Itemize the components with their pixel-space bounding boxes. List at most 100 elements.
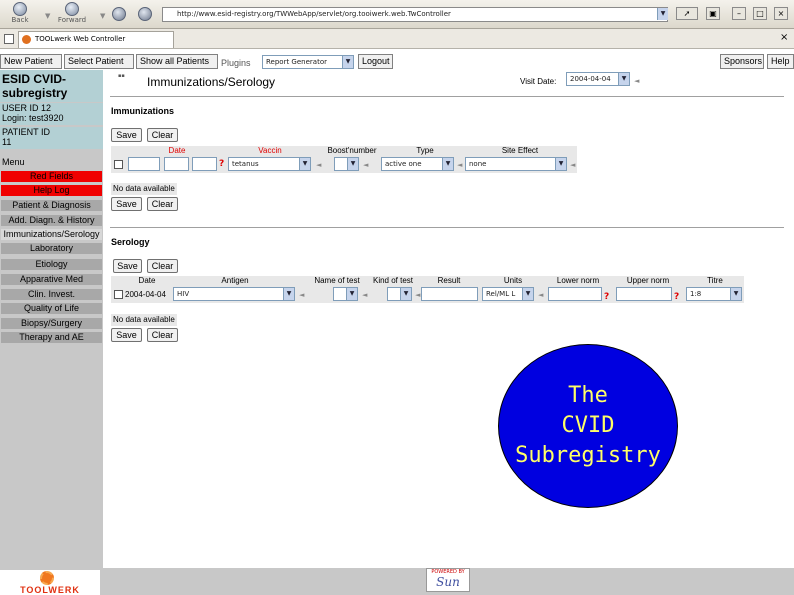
logo-text: The CVID Subregistry	[515, 383, 661, 468]
sun-wordmark: Sun	[436, 575, 460, 589]
patient-id-value: 11	[2, 137, 12, 147]
date-month-input[interactable]	[164, 157, 189, 171]
name-of-test-select[interactable]: ▼	[333, 287, 358, 301]
divider	[110, 96, 784, 97]
result-input[interactable]	[421, 287, 478, 301]
col-result: Result	[437, 276, 461, 285]
type-select[interactable]: active one ▼	[381, 157, 454, 171]
close-tab-icon[interactable]: ×	[780, 32, 788, 43]
sidebar-item-etiology[interactable]: Etiology	[1, 259, 102, 270]
vaccin-info-icon: ◄	[316, 161, 322, 169]
units-select[interactable]: Rel/ML L ▼	[482, 287, 534, 301]
toolwerk-logo: TOOLWERK	[0, 570, 100, 595]
sponsors-button[interactable]: Sponsors	[720, 54, 764, 69]
chevron-down-icon: ▼	[442, 158, 453, 170]
date-year-input[interactable]	[192, 157, 217, 171]
plugins-select[interactable]: Report Generator ▼	[262, 55, 354, 69]
upper-norm-input[interactable]	[616, 287, 672, 301]
serology-save-button[interactable]: Save	[113, 259, 142, 273]
sidebar-item-laboratory[interactable]: Laboratory	[1, 243, 102, 254]
browser-toolbar: Back ▼ Forward ▼ http://www.esid-registr…	[0, 0, 794, 29]
sidebar-item-immunizations-serology[interactable]: Immunizations/Serology	[1, 229, 102, 240]
immunizations-clear-button[interactable]: Clear	[147, 128, 178, 142]
upper-norm-help-icon[interactable]: ?	[674, 292, 679, 302]
col-boost-number: Boost'number	[327, 146, 377, 155]
sidebar-item-clin-invest[interactable]: Clin. Invest.	[1, 289, 102, 300]
col-titre: Titre	[707, 276, 723, 285]
sidebar-item-patient-diagnosis[interactable]: Patient & Diagnosis	[1, 200, 102, 211]
help-button[interactable]: Help	[767, 54, 794, 69]
tab-bar: TOOLwerk Web Controller ×	[0, 29, 794, 49]
tab-list-icon[interactable]	[4, 34, 14, 44]
row-checkbox[interactable]	[114, 160, 123, 169]
url-dropdown[interactable]: ▼	[655, 8, 668, 22]
immunizations-save-button-2[interactable]: Save	[111, 197, 142, 211]
date-help-icon[interactable]: ?	[219, 159, 224, 169]
chevron-down-icon: ▼	[347, 158, 358, 170]
antigen-select[interactable]: HIV ▼	[173, 287, 295, 301]
lower-norm-input[interactable]	[548, 287, 602, 301]
chevron-down-icon: ▼	[299, 158, 310, 170]
chevron-down-icon: ▼	[555, 158, 566, 170]
sidebar-item-red-fields[interactable]: Red Fields	[1, 171, 102, 182]
go-button[interactable]: ➚	[676, 7, 698, 20]
show-all-patients-button[interactable]: Show all Patients	[136, 54, 218, 69]
units-info-icon: ◄	[538, 291, 544, 299]
page-icon[interactable]: ▣	[706, 7, 720, 20]
close-window-icon[interactable]: ×	[774, 7, 788, 20]
reload-icon[interactable]	[112, 7, 126, 21]
immunizations-save-button[interactable]: Save	[111, 128, 142, 142]
name-of-test-info-icon: ◄	[362, 291, 368, 299]
sidebar-item-biopsy-surgery[interactable]: Biopsy/Surgery	[1, 318, 102, 329]
serology-clear-button-2[interactable]: Clear	[147, 328, 178, 342]
maximize-icon[interactable]: □	[753, 7, 767, 20]
back-dropdown-icon[interactable]: ▼	[45, 12, 50, 20]
logout-button[interactable]: Logout	[358, 54, 393, 69]
col-vaccin: Vaccin	[258, 146, 282, 155]
divider	[110, 227, 784, 228]
plugins-label: Plugins	[221, 58, 251, 68]
site-effect-select[interactable]: none ▼	[465, 157, 567, 171]
forward-button[interactable]: Forward	[52, 2, 92, 27]
col-kind-of-test: Kind of test	[372, 276, 414, 285]
back-button[interactable]: Back	[0, 2, 40, 27]
sidebar-item-add-diagn-history[interactable]: Add. Diagn. & History	[1, 215, 102, 226]
serology-clear-button[interactable]: Clear	[147, 259, 178, 273]
sun-logo: POWERED BY Sun	[426, 568, 470, 592]
date-day-input[interactable]	[128, 157, 160, 171]
row-checkbox[interactable]	[114, 290, 123, 299]
go-icon: ➚	[683, 9, 691, 18]
immunizations-clear-button-2[interactable]: Clear	[147, 197, 178, 211]
titre-select[interactable]: 1:8 ▼	[686, 287, 742, 301]
toolwerk-wordmark: TOOLWERK	[20, 585, 80, 595]
kind-of-test-select[interactable]: ▼	[387, 287, 412, 301]
visit-date-select[interactable]: 2004-04-04 ▼	[566, 72, 630, 86]
app-menubar: New Patient Select Patient Show all Pati…	[0, 54, 794, 70]
user-id: USER ID 12	[2, 103, 52, 113]
forward-dropdown-icon[interactable]: ▼	[100, 12, 105, 20]
sidebar-item-apparative-med[interactable]: Apparative Med	[1, 274, 102, 285]
small-logo-icon: ▪▪	[118, 73, 125, 79]
col-type: Type	[416, 146, 434, 155]
col-lower-norm: Lower norm	[556, 276, 600, 285]
chevron-down-icon: ▼	[730, 288, 741, 300]
boost-number-select[interactable]: ▼	[334, 157, 359, 171]
minimize-icon[interactable]: –	[732, 7, 746, 20]
new-patient-button[interactable]: New Patient	[0, 54, 62, 69]
lower-norm-help-icon[interactable]: ?	[604, 292, 609, 302]
url-input[interactable]: http://www.esid-registry.org/TWWebApp/se…	[162, 7, 668, 22]
site-effect-info-icon: ◄	[570, 161, 576, 169]
vaccin-select[interactable]: tetanus ▼	[228, 157, 311, 171]
sidebar-item-quality-of-life[interactable]: Quality of Life	[1, 303, 102, 314]
stop-icon[interactable]	[138, 7, 152, 21]
sidebar-item-therapy-ae[interactable]: Therapy and AE	[1, 332, 102, 343]
antigen-info-icon: ◄	[299, 291, 305, 299]
sidebar-item-help-log[interactable]: Help Log	[1, 185, 102, 196]
tab-toolwerk[interactable]: TOOLwerk Web Controller	[18, 31, 174, 48]
chevron-down-icon: ▼	[657, 8, 668, 20]
col-units: Units	[503, 276, 523, 285]
serology-save-button-2[interactable]: Save	[111, 328, 142, 342]
chevron-down-icon: ▼	[342, 56, 353, 68]
select-patient-button[interactable]: Select Patient	[64, 54, 134, 69]
forward-arrow-icon	[65, 2, 79, 16]
